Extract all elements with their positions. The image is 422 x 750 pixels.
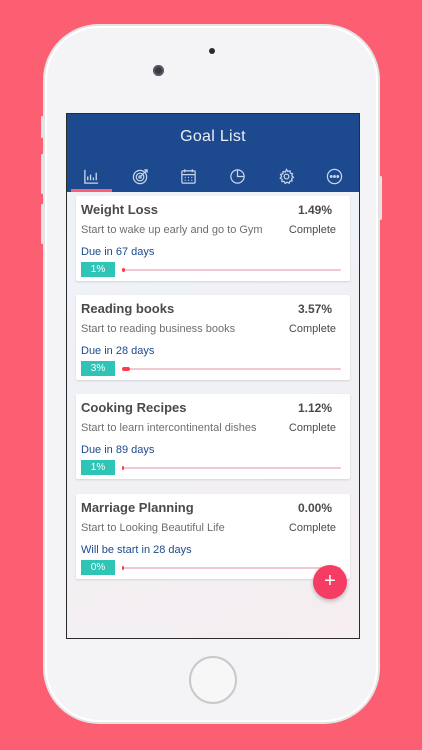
tab-statistics[interactable] [213, 160, 262, 192]
goal-description: Start to Looking Beautiful Life [81, 522, 225, 534]
goal-title: Marriage Planning [81, 500, 194, 515]
goal-percent: 1.12% [297, 401, 332, 415]
progress-track [122, 566, 341, 570]
mute-switch [41, 116, 44, 138]
tab-goals[interactable] [116, 160, 165, 192]
goal-status: Complete [288, 323, 336, 335]
tab-charts[interactable] [67, 160, 116, 192]
more-icon [326, 168, 343, 184]
goal-description: Start to learn intercontinental dishes [81, 422, 257, 434]
goal-due: Due in 67 days [81, 246, 155, 258]
phone-frame: Goal List Weight Loss 1.49% Start to wak… [41, 26, 382, 722]
volume-down-button [41, 204, 44, 244]
tab-calendar[interactable] [164, 160, 213, 192]
progress-track [122, 367, 341, 371]
goal-card-marriage-planning[interactable]: Marriage Planning 0.00% Start to Looking… [76, 494, 350, 579]
chart-icon [84, 169, 98, 184]
home-button [189, 656, 237, 704]
add-goal-button[interactable]: + [313, 565, 347, 599]
goal-status: Complete [288, 422, 336, 434]
speaker-sensor [209, 48, 215, 54]
goal-due: Due in 89 days [81, 444, 155, 456]
goal-card-cooking-recipes[interactable]: Cooking Recipes 1.12% Start to learn int… [76, 394, 350, 479]
goal-due: Due in 28 days [81, 345, 155, 357]
goal-status: Complete [288, 522, 336, 534]
app-screen: Goal List Weight Loss 1.49% Start to wak… [66, 113, 360, 639]
progress-track [122, 466, 341, 470]
goal-due: Will be start in 28 days [81, 544, 192, 556]
goal-title: Cooking Recipes [81, 400, 187, 415]
goal-percent: 3.57% [297, 302, 332, 316]
camera-icon [153, 65, 164, 76]
goal-description: Start to wake up early and go to Gym [81, 224, 263, 236]
goal-percent: 1.49% [297, 203, 332, 217]
pie-chart-icon [230, 168, 245, 184]
goal-description: Start to reading business books [81, 323, 236, 335]
progress-fill [122, 367, 130, 371]
goal-card-reading-books[interactable]: Reading books 3.57% Start to reading bus… [76, 295, 350, 380]
progress-track [122, 268, 341, 272]
gear-icon [278, 167, 294, 184]
page-title: Goal List [180, 128, 246, 145]
progress-badge: 3% [81, 361, 115, 376]
progress-fill [122, 466, 125, 470]
goal-card-weight-loss[interactable]: Weight Loss 1.49% Start to wake up early… [76, 196, 350, 281]
volume-up-button [41, 154, 44, 194]
goal-percent: 0.00% [297, 501, 332, 515]
progress-badge: 1% [81, 262, 115, 277]
target-icon [132, 168, 148, 184]
goal-title: Reading books [81, 301, 175, 316]
tab-settings[interactable] [262, 160, 311, 192]
progress-fill [122, 268, 126, 272]
calendar-icon [181, 168, 196, 184]
app-header: Goal List [67, 114, 359, 192]
progress-badge: 1% [81, 460, 115, 475]
tab-bar [67, 160, 359, 192]
progress-badge: 0% [81, 560, 115, 575]
power-button [379, 176, 382, 220]
tab-more[interactable] [310, 160, 359, 192]
progress-fill [122, 566, 124, 570]
goal-status: Complete [288, 224, 336, 236]
goal-title: Weight Loss [81, 202, 159, 217]
